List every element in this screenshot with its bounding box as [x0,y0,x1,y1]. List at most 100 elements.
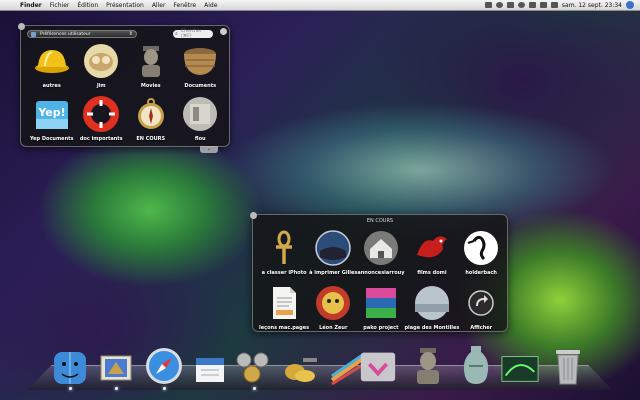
stack-item-flou[interactable]: flou [176,95,226,142]
stack-grid-en-cours: EN COURS a classer iPhoto à imprimer Gil… [250,212,508,332]
stack-item-label: plage des Montilles [404,325,460,331]
chevron-down-icon: ⇕ [128,31,133,37]
stack-item-yep-documents[interactable]: Yep! Yep Documents [27,95,77,142]
dock-item-system-prefs[interactable] [234,338,274,390]
menu-fenetre[interactable]: Fenêtre [169,2,200,9]
menu-clock[interactable]: sam. 12 sept. 23:34 [562,2,622,9]
stack-item-a-classer-iphoto[interactable]: a classer iPhoto [259,229,309,276]
life-ring-icon [82,95,120,133]
mask-icon [314,284,352,322]
stack-item-annoncesiarrouy[interactable]: annoncesiarrouy [357,229,404,276]
coins-icon [285,358,317,382]
stack-title: EN COURS [366,218,394,224]
stack-item-doc-importants[interactable]: doc importants [77,95,127,142]
stack-item-label: doc importants [79,136,123,142]
search-placeholder: Chercher (⌘F) [181,29,202,39]
stack-item-label: EN COURS [136,136,166,142]
search-icon: ⌕ [175,31,178,37]
sync-icon[interactable] [495,2,503,8]
flag-icon[interactable] [550,2,558,8]
hard-hat-icon [33,42,71,80]
pages-doc-icon [265,284,303,322]
stack-item-movies[interactable]: Movies [126,42,176,89]
stork-icon [462,229,500,267]
beach-icon [413,284,451,322]
folder-icon [31,32,36,37]
ankh-icon [265,229,303,267]
stack-item-jim[interactable]: Jim [77,42,127,89]
system-prefs-icon [236,352,269,383]
dock-item-stack-folder[interactable] [358,338,398,386]
menu-presentation[interactable]: Présentation [102,2,148,9]
dock-running-indicator [252,387,256,390]
stack-resize-icon[interactable] [220,28,227,35]
stack-grid-preferences: Préférences utilisateur ⇕ ⌕ Chercher (⌘F… [18,23,230,147]
dock-item-trash[interactable] [548,338,588,386]
timemachine-icon[interactable] [484,2,492,8]
search-field[interactable]: ⌕ Chercher (⌘F) [173,29,213,39]
spotlight-icon[interactable] [626,1,634,9]
stack-item-label: Documents [184,83,217,89]
stack-item-label: a classer iPhoto [261,270,307,276]
stack-pile-icon [501,356,539,382]
menu-fichier[interactable]: Fichier [46,2,74,9]
stack-close-icon[interactable] [18,23,25,30]
menu-app-finder[interactable]: Finder [16,2,46,9]
stack-item-label: Léon Zeur [319,325,348,331]
finder-icon [54,352,86,384]
svg-text:Yep!: Yep! [37,106,65,119]
stack-item-leon-zeur[interactable]: Léon Zeur [309,284,357,331]
dock-running-indicator [162,387,166,390]
compass-icon [132,95,170,133]
stack-item-plage-des-montilles[interactable]: plage des Montilles [404,284,459,331]
stack-expand-icon[interactable]: ⌄ [200,146,218,153]
stack-item-holderbach[interactable]: holderbach [459,229,503,276]
volume-icon[interactable] [528,2,536,8]
battery-icon[interactable] [539,2,547,8]
dock-item-coins[interactable] [280,338,320,386]
stack-item-label: flou [194,136,206,142]
stack-item-pako-project[interactable]: pako project [357,284,404,331]
dock-item-stack-pile[interactable] [500,338,540,386]
menu-edition[interactable]: Édition [73,2,102,9]
stack-item-autres[interactable]: autres [27,42,77,89]
stack-item-label: Yep Documents [29,136,74,142]
dock-item-finder[interactable] [50,338,90,390]
photo-icon [181,95,219,133]
dock-item-mail[interactable] [96,338,136,390]
bust-icon [132,42,170,80]
stack-item-a-imprimer-gilles[interactable]: à imprimer Gilles [309,229,357,276]
path-popup-button[interactable]: Préférences utilisateur ⇕ [27,30,137,38]
calendar-icon [196,358,224,382]
stack-item-label: annoncesiarrouy [357,270,405,276]
trash-icon [556,350,580,385]
safari-icon [146,348,182,384]
bust-icon [417,348,439,384]
stack-item-films-domi[interactable]: films domi [404,229,459,276]
stack-item-afficher[interactable]: Afficher [459,284,503,331]
dock-item-bust[interactable] [408,338,448,386]
stack-items-grid: autres Jim Movies Documents Yep! Yep Doc… [27,42,225,142]
basket-icon [181,42,219,80]
stack-item-en-cours[interactable]: EN COURS [126,95,176,142]
menu-aller[interactable]: Aller [148,2,170,9]
stack-items-grid: a classer iPhoto à imprimer Gilles annon… [259,229,503,331]
dock-item-safari[interactable] [144,338,184,390]
stack-item-label: leçons mac.pages [259,325,310,331]
dock-item-calendar[interactable] [190,338,230,386]
stack-item-documents[interactable]: Documents [176,42,226,89]
house-icon [362,229,400,267]
dock-running-indicator [68,387,72,390]
dock-item-vase[interactable] [456,338,496,386]
stack-item-label: à imprimer Gilles [309,270,358,276]
bluetooth-icon[interactable] [506,2,514,8]
wifi-icon[interactable] [517,2,525,8]
menu-aide[interactable]: Aide [200,2,221,9]
stack-folder-icon [360,352,396,382]
dock [48,338,588,394]
menu-extras: sam. 12 sept. 23:34 [484,1,640,9]
mail-icon [100,355,132,381]
stack-item-lecons-mac-pages[interactable]: leçons mac.pages [259,284,309,331]
dragon-icon [413,229,451,267]
stack-item-label: holderbach [465,270,497,276]
